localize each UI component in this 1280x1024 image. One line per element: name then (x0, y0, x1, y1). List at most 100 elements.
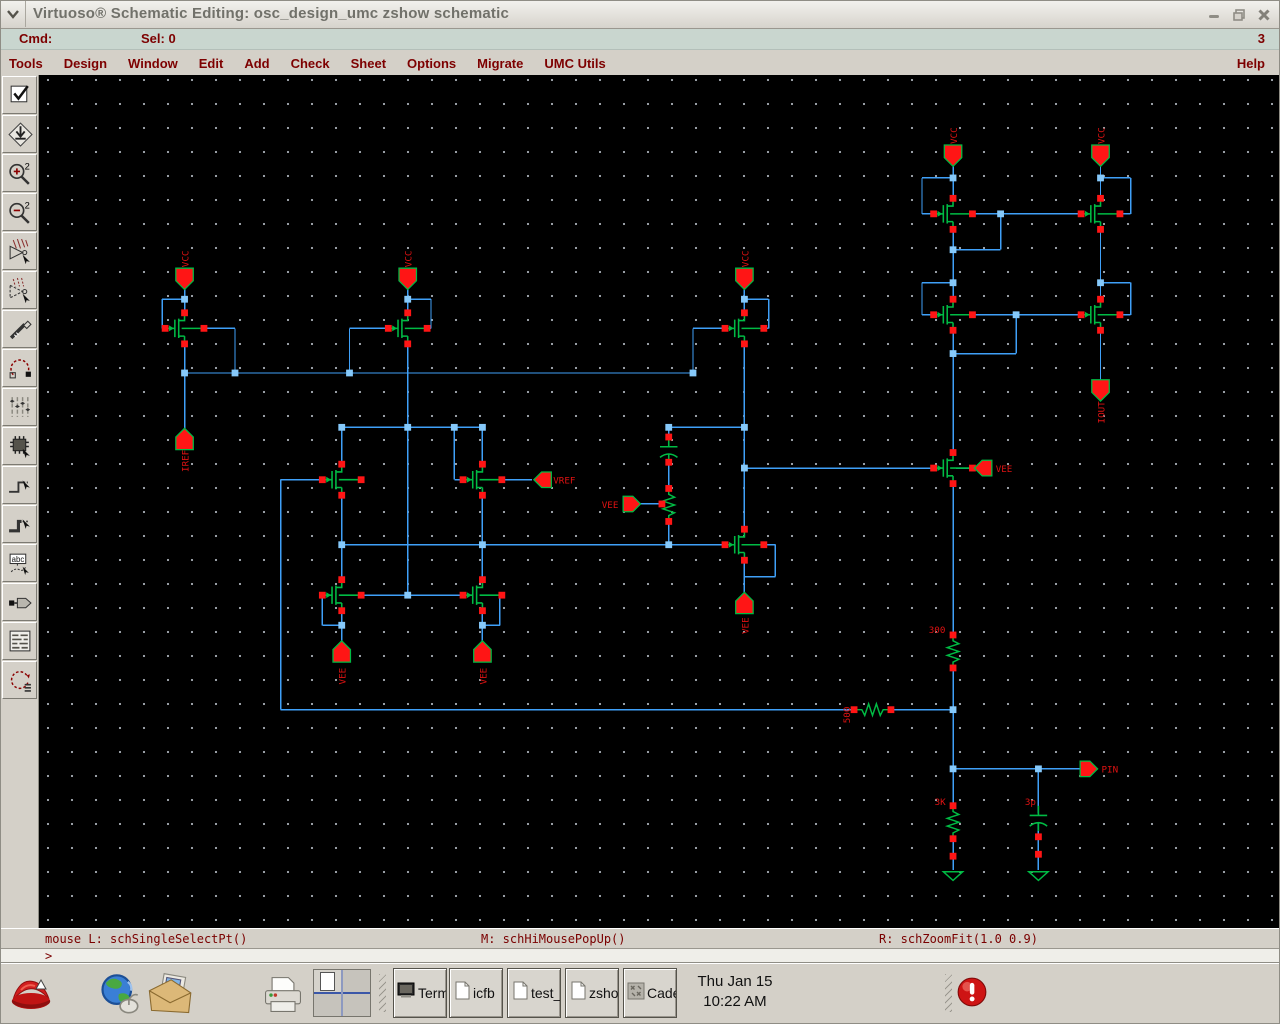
stretch-button[interactable] (2, 232, 37, 270)
menu-help[interactable]: Help (1237, 56, 1265, 71)
net-label[interactable]: VCC (404, 251, 415, 268)
mosfet[interactable] (721, 525, 768, 564)
net-label[interactable]: 300 (929, 625, 946, 636)
mosfet[interactable] (459, 576, 506, 615)
property-button[interactable] (2, 388, 37, 426)
undo-button[interactable] (2, 349, 37, 387)
net-label[interactable]: IREF (180, 450, 191, 472)
pin-vee[interactable] (973, 459, 993, 477)
menu-add[interactable]: Add (244, 56, 269, 71)
delete-button[interactable] (2, 310, 37, 348)
resistor[interactable] (944, 637, 962, 666)
titlebar[interactable]: Virtuoso® Schematic Editing: osc_design_… (1, 1, 1279, 29)
close-button[interactable] (1254, 5, 1273, 24)
taskbar-window-term[interactable]: Term (393, 968, 447, 1018)
taskbar-window-cade[interactable]: Cade (623, 968, 677, 1018)
pin-vcc[interactable] (1091, 144, 1110, 168)
mosfet[interactable] (318, 576, 365, 615)
pin-vcc[interactable] (943, 144, 963, 168)
taskbar-handle[interactable] (945, 974, 952, 1012)
red-hat-menu-launcher[interactable] (7, 972, 55, 1021)
net-label[interactable]: 3p (1025, 797, 1036, 808)
mosfet[interactable] (1077, 194, 1124, 233)
window-menu-button[interactable] (1, 1, 26, 27)
menu-sheet[interactable]: Sheet (351, 56, 386, 71)
ground-symbol[interactable] (1026, 870, 1051, 882)
alert-notification-icon[interactable] (956, 976, 988, 1013)
pin-iout[interactable] (1091, 379, 1110, 403)
net-label[interactable]: VEE (478, 668, 489, 685)
menu-options[interactable]: Options (407, 56, 456, 71)
mosfet[interactable] (384, 309, 431, 348)
capacitor[interactable] (1029, 805, 1048, 831)
pin-pin[interactable] (1079, 760, 1099, 778)
schematic-canvas[interactable]: VCC VCC VCC VCC VCC IOUT IREF VEE VEE VEE VREF VEE V… (39, 75, 1279, 929)
zoom-in-2x-button[interactable]: 2 (2, 154, 37, 192)
menu-migrate[interactable]: Migrate (477, 56, 523, 71)
net-label[interactable]: VCC (1096, 127, 1107, 144)
pin-vcc[interactable] (398, 267, 418, 291)
net-label[interactable]: VEE (338, 668, 349, 685)
resistor[interactable] (944, 808, 962, 836)
net-label[interactable]: VEE (602, 500, 619, 511)
taskbar-handle[interactable] (379, 974, 386, 1012)
net-label[interactable]: VREF (553, 476, 575, 487)
web-browser-launcher[interactable] (97, 972, 141, 1021)
workspace-1[interactable] (314, 970, 341, 992)
minimize-button[interactable] (1204, 5, 1223, 24)
net-label[interactable]: 500 (842, 707, 853, 724)
mosfet[interactable] (459, 460, 506, 499)
mosfet[interactable] (161, 309, 208, 348)
printer-launcher[interactable] (259, 972, 307, 1021)
menu-umc-utils[interactable]: UMC Utils (544, 56, 605, 71)
pin-vee[interactable] (735, 591, 754, 615)
workspace-2[interactable] (343, 970, 370, 992)
mosfet[interactable] (930, 449, 976, 487)
save-button[interactable] (2, 115, 37, 153)
taskbar-window-test_c[interactable]: test_c (507, 968, 561, 1018)
mosfet[interactable] (930, 295, 976, 334)
pin-vref[interactable] (532, 471, 552, 489)
workspace-switcher[interactable] (313, 969, 371, 1017)
net-label[interactable]: IOUT (1096, 401, 1107, 424)
cmd-options-button[interactable] (2, 622, 37, 660)
menu-edit[interactable]: Edit (199, 56, 224, 71)
resistor[interactable] (856, 701, 889, 718)
pin-button[interactable] (2, 583, 37, 621)
check-save-button[interactable] (2, 76, 37, 114)
ground-symbol[interactable] (941, 870, 965, 882)
menu-tools[interactable]: Tools (9, 56, 43, 71)
net-label[interactable]: VCC (740, 251, 751, 268)
taskbar-window-icfb[interactable]: icfb (449, 968, 503, 1018)
pin-vee[interactable] (622, 495, 642, 513)
maximize-button[interactable] (1229, 5, 1248, 24)
pin-vcc[interactable] (735, 267, 754, 291)
menu-window[interactable]: Window (128, 56, 178, 71)
repeat-button[interactable] (2, 661, 37, 699)
wire-name-button[interactable]: abc (2, 544, 37, 582)
net-label[interactable]: 3K (935, 797, 947, 808)
net-label[interactable]: PIN (1101, 765, 1118, 776)
wires[interactable] (161, 166, 1132, 870)
menu-check[interactable]: Check (291, 56, 330, 71)
zoom-out-2x-button[interactable]: 2 (2, 193, 37, 231)
instance-button[interactable] (2, 427, 37, 465)
cli-prompt[interactable]: > (1, 948, 1279, 964)
pin-vee[interactable] (332, 639, 352, 663)
workspace-3[interactable] (314, 994, 341, 1016)
net-label[interactable]: VEE (996, 464, 1013, 475)
net-label[interactable]: VCC (180, 251, 191, 268)
mosfet[interactable] (930, 194, 976, 233)
wire-wide-button[interactable] (2, 505, 37, 543)
taskbar-window-zshow[interactable]: zshow (565, 968, 619, 1018)
email-launcher[interactable] (145, 972, 193, 1021)
net-label[interactable]: VEE (740, 617, 751, 634)
pin-iref[interactable] (175, 427, 194, 451)
mosfet[interactable] (721, 309, 768, 348)
menu-design[interactable]: Design (64, 56, 107, 71)
copy-button[interactable] (2, 271, 37, 309)
mosfet[interactable] (1077, 295, 1124, 334)
pin-vcc[interactable] (175, 267, 194, 291)
pin-vee[interactable] (473, 639, 492, 663)
net-label[interactable]: VCC (949, 127, 960, 144)
